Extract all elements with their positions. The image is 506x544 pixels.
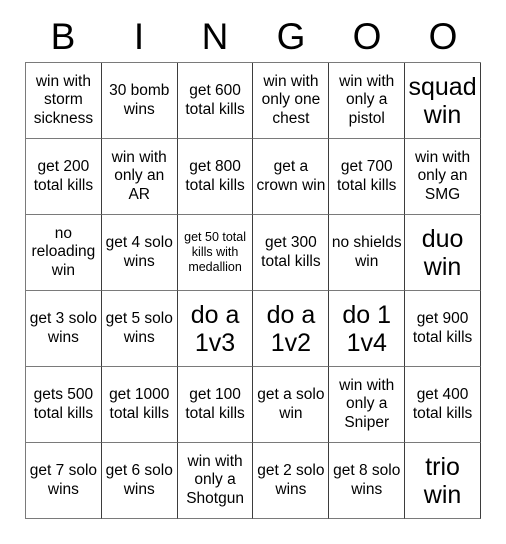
bingo-cell[interactable]: win with only an SMG [405,139,481,215]
bingo-row: win with storm sickness 30 bomb wins get… [26,63,481,139]
bingo-cell[interactable]: get a solo win [253,367,330,443]
bingo-cell[interactable]: win with only a pistol [329,63,406,139]
bingo-cell[interactable]: get 8 solo wins [329,443,406,519]
bingo-cell[interactable]: do a 1v2 [253,291,330,367]
bingo-header-letter-1: I [133,16,145,57]
bingo-cell[interactable]: get 300 total kills [253,215,330,291]
bingo-cell[interactable]: get 600 total kills [177,63,254,139]
bingo-cell-label: get 300 total kills [261,234,321,270]
bingo-cell-label: duo win [421,224,464,281]
bingo-cell-label: win with only a pistol [339,73,395,127]
bingo-cell-label: get 800 total kills [185,158,245,194]
bingo-cell-label: get 4 solo wins [105,234,173,270]
bingo-cell[interactable]: get 3 solo wins [26,291,102,367]
bingo-cell-label: get 6 solo wins [105,462,173,498]
bingo-cell-label: no reloading win [31,225,96,279]
bingo-header-letter-5: O [428,16,458,57]
bingo-cell-label: trio win [423,452,462,509]
bingo-cell-label: do a 1v3 [190,300,240,357]
bingo-header-letter-0: B [50,16,76,57]
bingo-cell-label: get 600 total kills [185,82,245,118]
bingo-cell-label: gets 500 total kills [33,386,94,422]
bingo-cell[interactable]: no shields win [329,215,406,291]
bingo-cell[interactable]: get 800 total kills [177,139,254,215]
bingo-cell-label: get 900 total kills [412,310,473,346]
bingo-cell[interactable]: trio win [405,443,481,519]
bingo-cell[interactable]: get 200 total kills [26,139,102,215]
bingo-row: no reloading win get 4 solo wins get 50 … [26,215,481,291]
bingo-cell-label: get a solo win [257,386,325,422]
bingo-header-letter-3: G [276,16,306,57]
bingo-cell[interactable]: squad win [405,63,481,139]
bingo-row: gets 500 total kills get 1000 total kill… [26,367,481,443]
bingo-cell[interactable]: duo win [405,215,481,291]
bingo-cell-label: win with only a Shotgun [186,453,244,507]
bingo-cell-label: get 700 total kills [337,158,397,194]
bingo-cell[interactable]: get 4 solo wins [101,215,178,291]
bingo-cell[interactable]: get 7 solo wins [26,443,102,519]
bingo-cell[interactable]: do 1 1v4 [329,291,406,367]
bingo-cell[interactable]: get 5 solo wins [101,291,178,367]
bingo-cell-label: win with storm sickness [33,73,94,127]
bingo-row: get 7 solo wins get 6 solo wins win with… [26,443,481,519]
bingo-cell-label: get 50 total kills with medallion [184,230,246,274]
bingo-cell-label: get 1000 total kills [109,386,170,422]
bingo-cell[interactable]: get 400 total kills [405,367,481,443]
bingo-header-letter-2: N [201,16,229,57]
bingo-cell-label: win with only one chest [261,73,321,127]
bingo-row: get 200 total kills win with only an AR … [26,139,481,215]
bingo-cell[interactable]: get 900 total kills [405,291,481,367]
bingo-cell-label: squad win [408,72,477,129]
bingo-row: get 3 solo wins get 5 solo wins do a 1v3… [26,291,481,367]
bingo-cell[interactable]: get 1000 total kills [101,367,178,443]
bingo-cell[interactable]: 30 bomb wins [101,63,178,139]
bingo-cell-label: get 400 total kills [412,386,473,422]
bingo-cell-label: get 200 total kills [33,158,94,194]
bingo-cell[interactable]: no reloading win [26,215,102,291]
bingo-cell-label: do 1 1v4 [342,300,392,357]
bingo-cell-label: get 5 solo wins [105,310,173,346]
bingo-cell[interactable]: get 700 total kills [329,139,406,215]
bingo-cell[interactable]: get a crown win [253,139,330,215]
bingo-cell-label: no shields win [331,234,402,270]
bingo-cell[interactable]: get 50 total kills with medallion [177,215,254,291]
bingo-cell[interactable]: win with only one chest [253,63,330,139]
bingo-cell-label: 30 bomb wins [109,82,170,118]
bingo-cell[interactable]: get 2 solo wins [253,443,330,519]
bingo-cell[interactable]: get 100 total kills [177,367,254,443]
bingo-cell-label: get 2 solo wins [257,462,325,498]
bingo-cell-label: do a 1v2 [266,300,316,357]
bingo-cell[interactable]: gets 500 total kills [26,367,102,443]
bingo-grid: win with storm sickness 30 bomb wins get… [25,62,481,519]
bingo-cell[interactable]: win with only a Sniper [329,367,406,443]
bingo-cell[interactable]: do a 1v3 [177,291,254,367]
bingo-cell[interactable]: win with only an AR [101,139,178,215]
bingo-cell[interactable]: win with only a Shotgun [177,443,254,519]
bingo-header-row: B I N G O O [25,0,481,62]
bingo-cell-label: win with only an SMG [414,149,471,203]
bingo-cell[interactable]: win with storm sickness [26,63,102,139]
bingo-cell-label: get a crown win [256,158,326,194]
bingo-cell-label: get 3 solo wins [29,310,98,346]
bingo-cell-label: get 100 total kills [185,386,245,422]
bingo-cell-label: get 8 solo wins [333,462,401,498]
bingo-cell-label: get 7 solo wins [29,462,98,498]
bingo-cell[interactable]: get 6 solo wins [101,443,178,519]
bingo-cell-label: win with only a Sniper [339,377,395,431]
bingo-cell-label: win with only an AR [111,149,167,203]
bingo-header-letter-4: O [352,16,382,57]
bingo-card: B I N G O O win with storm sickness 30 b… [25,0,481,519]
